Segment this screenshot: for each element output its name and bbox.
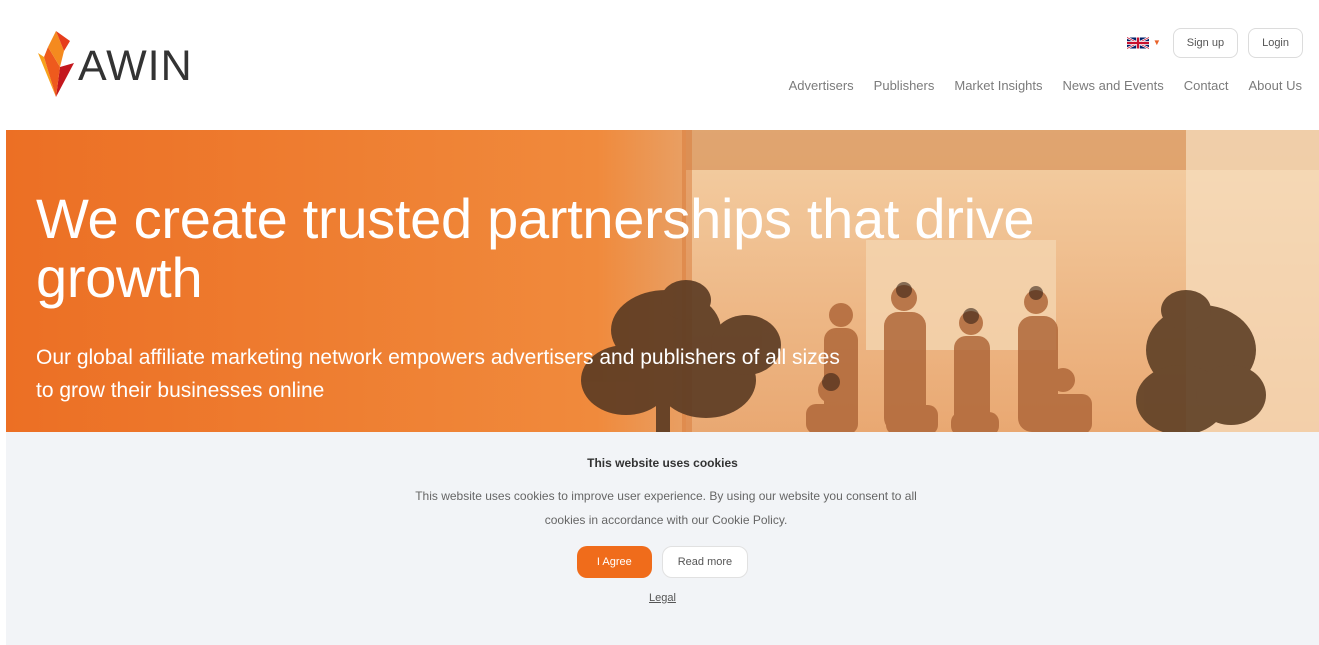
nav-market-insights[interactable]: Market Insights [954, 78, 1042, 93]
site-header: AWIN ▼ Sign up Login Advertisers Publish… [0, 0, 1319, 130]
header-actions: ▼ Sign up Login [1126, 28, 1303, 58]
hero-subheading: Our global affiliate marketing network e… [36, 346, 840, 402]
nav-publishers[interactable]: Publishers [874, 78, 935, 93]
sign-up-button[interactable]: Sign up [1172, 28, 1239, 58]
cookie-banner-title: This website uses cookies [587, 456, 738, 470]
cookie-banner-actions: I Agree Read more [6, 546, 1319, 578]
page: AWIN ▼ Sign up Login Advertisers Publish… [0, 0, 1319, 645]
language-selector[interactable]: ▼ [1126, 36, 1161, 50]
awin-flame-logo-icon [38, 31, 74, 97]
nav-about-us[interactable]: About Us [1249, 78, 1302, 93]
uk-flag-icon [1126, 36, 1149, 50]
nav-news-and-events[interactable]: News and Events [1063, 78, 1164, 93]
nav-advertisers[interactable]: Advertisers [789, 78, 854, 93]
main-navigation: Advertisers Publishers Market Insights N… [789, 78, 1302, 93]
logo-wordmark: AWIN [78, 41, 193, 90]
login-button[interactable]: Login [1248, 28, 1303, 58]
hero-banner: We create trusted partnerships that driv… [6, 130, 1319, 432]
i-agree-button[interactable]: I Agree [576, 546, 652, 578]
cookie-consent-banner: This website uses cookies This website u… [6, 432, 1319, 645]
nav-contact[interactable]: Contact [1184, 78, 1229, 93]
read-more-button[interactable]: Read more [661, 546, 749, 578]
awin-logo[interactable]: AWIN [34, 26, 204, 100]
hero-heading: We create trusted partnerships that driv… [36, 187, 1035, 309]
chevron-down-icon: ▼ [1152, 38, 1161, 47]
cookie-banner-text: This website uses cookies to improve use… [415, 489, 917, 527]
legal-link[interactable]: Legal [6, 592, 1319, 604]
